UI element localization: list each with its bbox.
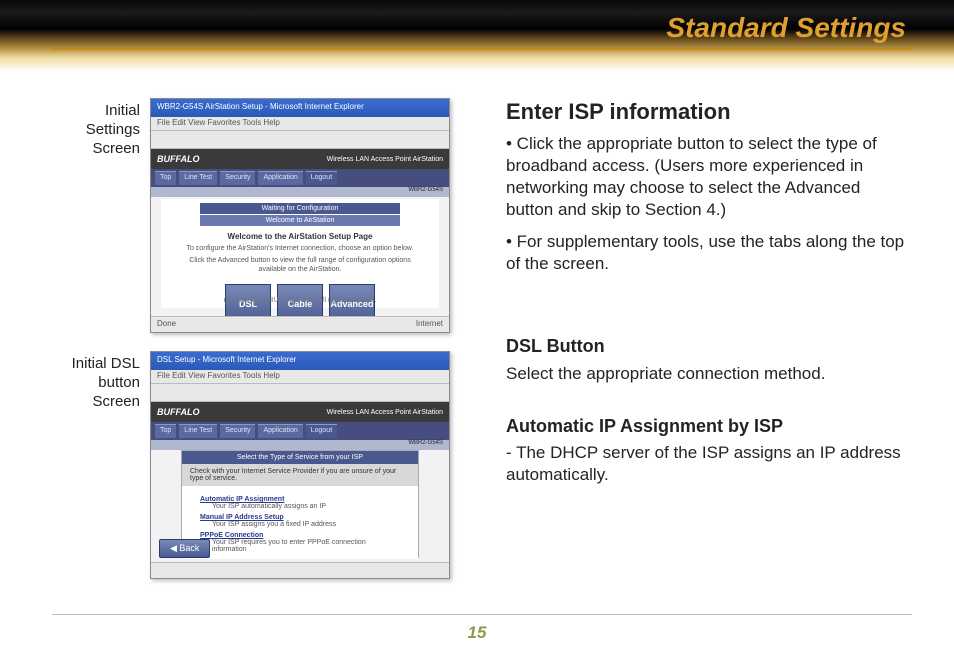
pppoe-link[interactable]: PPPoE Connection <box>200 532 400 539</box>
page-body: Waiting for Configuration Welcome to Air… <box>161 199 439 308</box>
ie-statusbar: Done Internet <box>151 316 449 332</box>
back-button-wrap: ◀ Back <box>159 539 210 558</box>
enter-isp-heading: Enter ISP information <box>506 98 912 127</box>
ie-titlebar2: DSL Setup - Microsoft Internet Explorer <box>151 352 449 370</box>
copyright-text: (C)2000-2004 BUFFALO INC. All rights res… <box>151 297 449 304</box>
options-body: Automatic IP Assignment Your ISP automat… <box>182 486 418 559</box>
instr-line2: Click the Advanced button to view the fu… <box>179 257 421 274</box>
screenshot1-caption: Initial Settings Screen <box>52 98 140 158</box>
status-left: Done <box>157 319 176 330</box>
tab-application2[interactable]: Application <box>258 424 302 438</box>
select-type-band: Select the Type of Service from your ISP <box>182 451 418 464</box>
page-header-title: Standard Settings <box>666 12 906 44</box>
brand-row2: BUFFALO Wireless LAN Access Point AirSta… <box>151 402 449 422</box>
instructions-column: Enter ISP information • Click the approp… <box>506 98 912 609</box>
auto-ip-desc: Your ISP automatically assigns an IP <box>212 503 400 510</box>
screenshot1-row: Initial Settings Screen WBR2-G54S AirSta… <box>52 98 482 333</box>
content-area: Initial Settings Screen WBR2-G54S AirSta… <box>52 98 912 609</box>
buffalo-logo: BUFFALO <box>157 154 200 164</box>
check-isp-note: Check with your Internet Service Provide… <box>182 464 418 486</box>
ie-toolbar <box>151 131 449 149</box>
airstation-label2: Wireless LAN Access Point AirStation <box>327 409 443 416</box>
manual-ip-link[interactable]: Manual IP Address Setup <box>200 514 400 521</box>
tab-linetest2[interactable]: Line Test <box>179 424 217 438</box>
ie-titlebar: WBR2-G54S AirStation Setup - Microsoft I… <box>151 99 449 117</box>
auto-ip-link[interactable]: Automatic IP Assignment <box>200 496 400 503</box>
tab-top2[interactable]: Top <box>155 424 176 438</box>
dsl-button-text: Select the appropriate connection method… <box>506 363 912 385</box>
waiting-band: Waiting for Configuration <box>200 203 400 215</box>
ie-toolbar2 <box>151 384 449 402</box>
tab-logout2[interactable]: Logout <box>306 424 337 438</box>
model-bar: WBR2-G54S <box>151 187 449 197</box>
screenshot2: DSL Setup - Microsoft Internet Explorer … <box>150 351 450 579</box>
ie-menubar2: File Edit View Favorites Tools Help <box>151 370 449 384</box>
screenshot2-row: Initial DSL button Screen DSL Setup - Mi… <box>52 351 482 579</box>
welcome-heading: Welcome to the AirStation Setup Page <box>161 232 439 241</box>
tab-logout[interactable]: Logout <box>306 171 337 185</box>
tab-security2[interactable]: Security <box>220 424 255 438</box>
auto-ip-heading: Automatic IP Assignment by ISP <box>506 415 912 438</box>
brand-row: BUFFALO Wireless LAN Access Point AirSta… <box>151 149 449 169</box>
tab-top[interactable]: Top <box>155 171 176 185</box>
nav-tabs: Top Line Test Security Application Logou… <box>151 169 449 187</box>
enter-isp-bullet1: • Click the appropriate button to select… <box>506 133 912 221</box>
enter-isp-bullet2: • For supplementary tools, use the tabs … <box>506 231 912 275</box>
buffalo-logo2: BUFFALO <box>157 407 200 417</box>
screenshot1: WBR2-G54S AirStation Setup - Microsoft I… <box>150 98 450 333</box>
instr-line1: To configure the AirStation's Internet c… <box>179 245 421 253</box>
airstation-label: Wireless LAN Access Point AirStation <box>327 156 443 163</box>
page-number: 15 <box>0 623 954 643</box>
auto-ip-text: - The DHCP server of the ISP assigns an … <box>506 442 912 486</box>
dsl-button-heading: DSL Button <box>506 335 912 358</box>
pppoe-desc: Your ISP requires you to enter PPPoE con… <box>212 539 400 553</box>
status-right: Internet <box>416 319 443 330</box>
ie-statusbar2 <box>151 562 449 578</box>
manual-ip-desc: Your ISP assigns you a fixed IP address <box>212 521 400 528</box>
ie-menubar: File Edit View Favorites Tools Help <box>151 117 449 131</box>
model-bar: WBR2-G54S <box>151 440 449 450</box>
footer-divider <box>52 614 912 615</box>
screenshot2-caption: Initial DSL button Screen <box>52 351 140 411</box>
header-underline <box>52 48 912 50</box>
tab-linetest[interactable]: Line Test <box>179 171 217 185</box>
tab-security[interactable]: Security <box>220 171 255 185</box>
tab-application[interactable]: Application <box>258 171 302 185</box>
welcome-band: Welcome to AirStation <box>200 215 400 226</box>
back-button[interactable]: ◀ Back <box>159 539 210 558</box>
screenshots-column: Initial Settings Screen WBR2-G54S AirSta… <box>52 98 482 609</box>
nav-tabs2: Top Line Test Security Application Logou… <box>151 422 449 440</box>
